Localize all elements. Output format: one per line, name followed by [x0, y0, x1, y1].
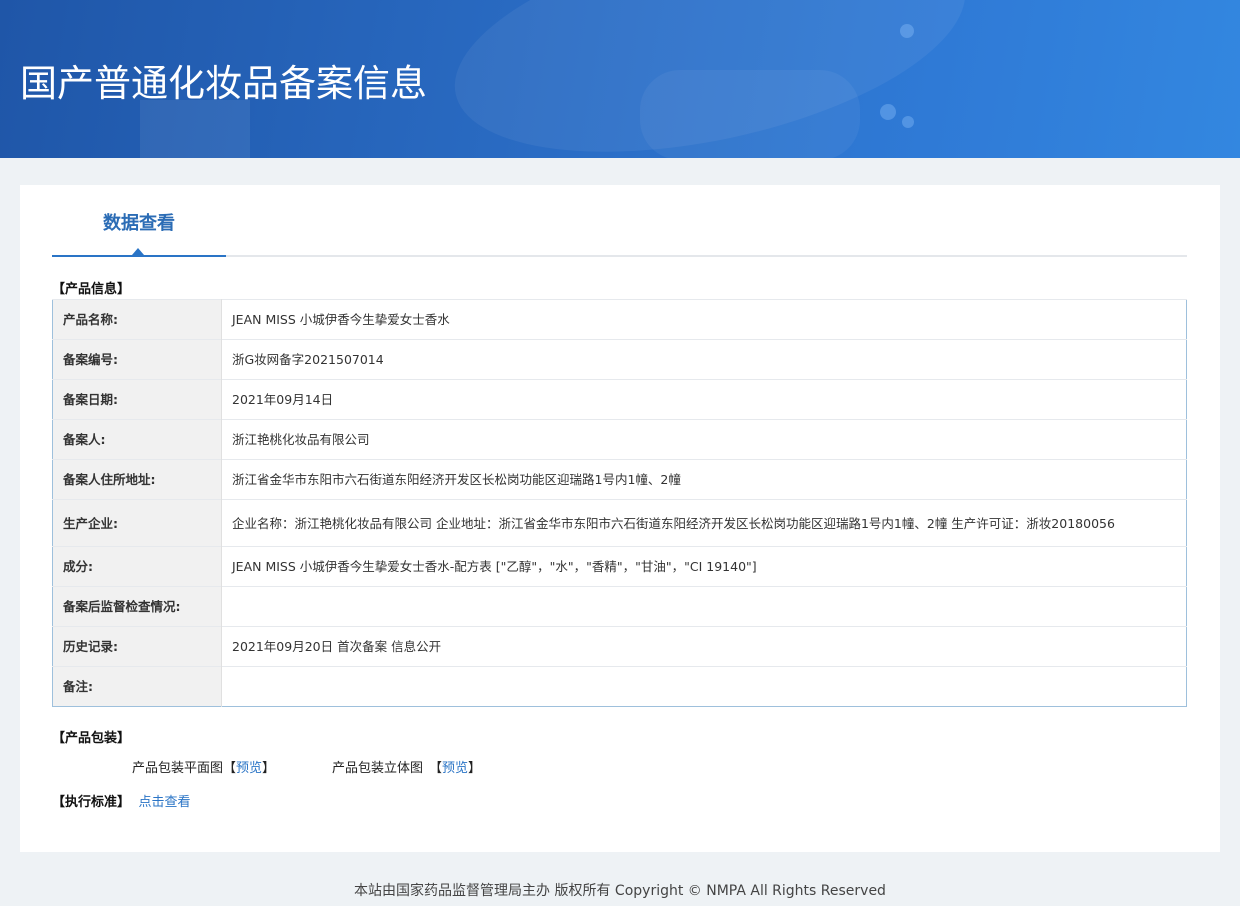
table-row: 备注:	[52, 666, 1187, 707]
bracket-close: 】	[468, 761, 482, 776]
row-value: 浙G妆网备字2021507014	[221, 339, 1187, 380]
row-key: 备案人:	[52, 419, 222, 460]
row-value	[221, 666, 1187, 707]
row-value: 企业名称：浙江艳桃化妆品有限公司 企业地址：浙江省金华市东阳市六石街道东阳经济开…	[221, 499, 1187, 547]
bracket-close: 】	[262, 761, 276, 776]
row-value: 2021年09月20日 首次备案 信息公开	[221, 626, 1187, 667]
section-title-standard: 【执行标准】 点击查看	[52, 794, 191, 812]
row-key: 备案日期:	[52, 379, 222, 420]
section-title-product-info: 【产品信息】	[52, 282, 131, 297]
table-row: 备案编号: 浙G妆网备字2021507014	[52, 339, 1187, 380]
row-value: 浙江省金华市东阳市六石街道东阳经济开发区长松岗功能区迎瑞路1号内1幢、2幢	[221, 459, 1187, 500]
row-value: 2021年09月14日	[221, 379, 1187, 420]
standard-title: 【执行标准】	[52, 795, 131, 810]
bracket-open: 【	[429, 761, 443, 776]
row-key: 历史记录:	[52, 626, 222, 667]
row-value: 浙江艳桃化妆品有限公司	[221, 419, 1187, 460]
packaging-flat-preview-link[interactable]: 预览	[236, 761, 262, 776]
header-banner: 国产普通化妆品备案信息	[0, 0, 1240, 158]
table-row: 生产企业: 企业名称：浙江艳桃化妆品有限公司 企业地址：浙江省金华市东阳市六石街…	[52, 499, 1187, 547]
banner-decoration	[902, 116, 914, 128]
row-key: 备案后监督检查情况:	[52, 586, 222, 627]
packaging-flat-row: 产品包装平面图【预览】	[132, 760, 275, 778]
tab-underline	[52, 255, 226, 257]
packaging-stereo-preview-link[interactable]: 预览	[442, 761, 468, 776]
packaging-flat-label: 产品包装平面图	[132, 761, 224, 776]
table-row: 备案人: 浙江艳桃化妆品有限公司	[52, 419, 1187, 460]
tab-label: 数据查看	[103, 213, 175, 234]
packaging-stereo-label: 产品包装立体图	[332, 761, 424, 776]
table-row: 历史记录: 2021年09月20日 首次备案 信息公开	[52, 626, 1187, 667]
row-key: 备案编号:	[52, 339, 222, 380]
tab-bar: 数据查看	[52, 185, 1187, 257]
content-card: 数据查看 【产品信息】 产品名称: JEAN MISS 小城伊香今生挚爱女士香水…	[20, 185, 1220, 852]
section-title-packaging: 【产品包装】	[52, 731, 131, 746]
bracket-open: 【	[223, 761, 237, 776]
table-row: 成分: JEAN MISS 小城伊香今生挚爱女士香水-配方表 ["乙醇"，"水"…	[52, 546, 1187, 587]
banner-decoration	[640, 70, 860, 158]
row-value	[221, 586, 1187, 627]
row-key: 产品名称:	[52, 299, 222, 340]
row-key: 备注:	[52, 666, 222, 707]
row-key: 生产企业:	[52, 499, 222, 547]
table-row: 产品名称: JEAN MISS 小城伊香今生挚爱女士香水	[52, 299, 1187, 340]
packaging-stereo-row: 产品包装立体图 【预览】	[332, 760, 481, 778]
tab-caret-icon	[132, 248, 144, 255]
row-key: 成分:	[52, 546, 222, 587]
banner-decoration	[880, 104, 896, 120]
standard-view-link[interactable]: 点击查看	[139, 795, 191, 810]
page-title: 国产普通化妆品备案信息	[20, 62, 427, 105]
table-row: 备案日期: 2021年09月14日	[52, 379, 1187, 420]
banner-decoration	[900, 24, 914, 38]
row-value: JEAN MISS 小城伊香今生挚爱女士香水	[221, 299, 1187, 340]
product-info-table: 产品名称: JEAN MISS 小城伊香今生挚爱女士香水 备案编号: 浙G妆网备…	[52, 299, 1187, 707]
footer-copyright: 本站由国家药品监督管理局主办 版权所有 Copyright © NMPA All…	[354, 883, 886, 899]
table-row: 备案后监督检查情况:	[52, 586, 1187, 627]
table-row: 备案人住所地址: 浙江省金华市东阳市六石街道东阳经济开发区长松岗功能区迎瑞路1号…	[52, 459, 1187, 500]
row-value: JEAN MISS 小城伊香今生挚爱女士香水-配方表 ["乙醇"，"水"，"香精…	[221, 546, 1187, 587]
row-key: 备案人住所地址:	[52, 459, 222, 500]
tab-data-view[interactable]: 数据查看	[52, 185, 226, 257]
